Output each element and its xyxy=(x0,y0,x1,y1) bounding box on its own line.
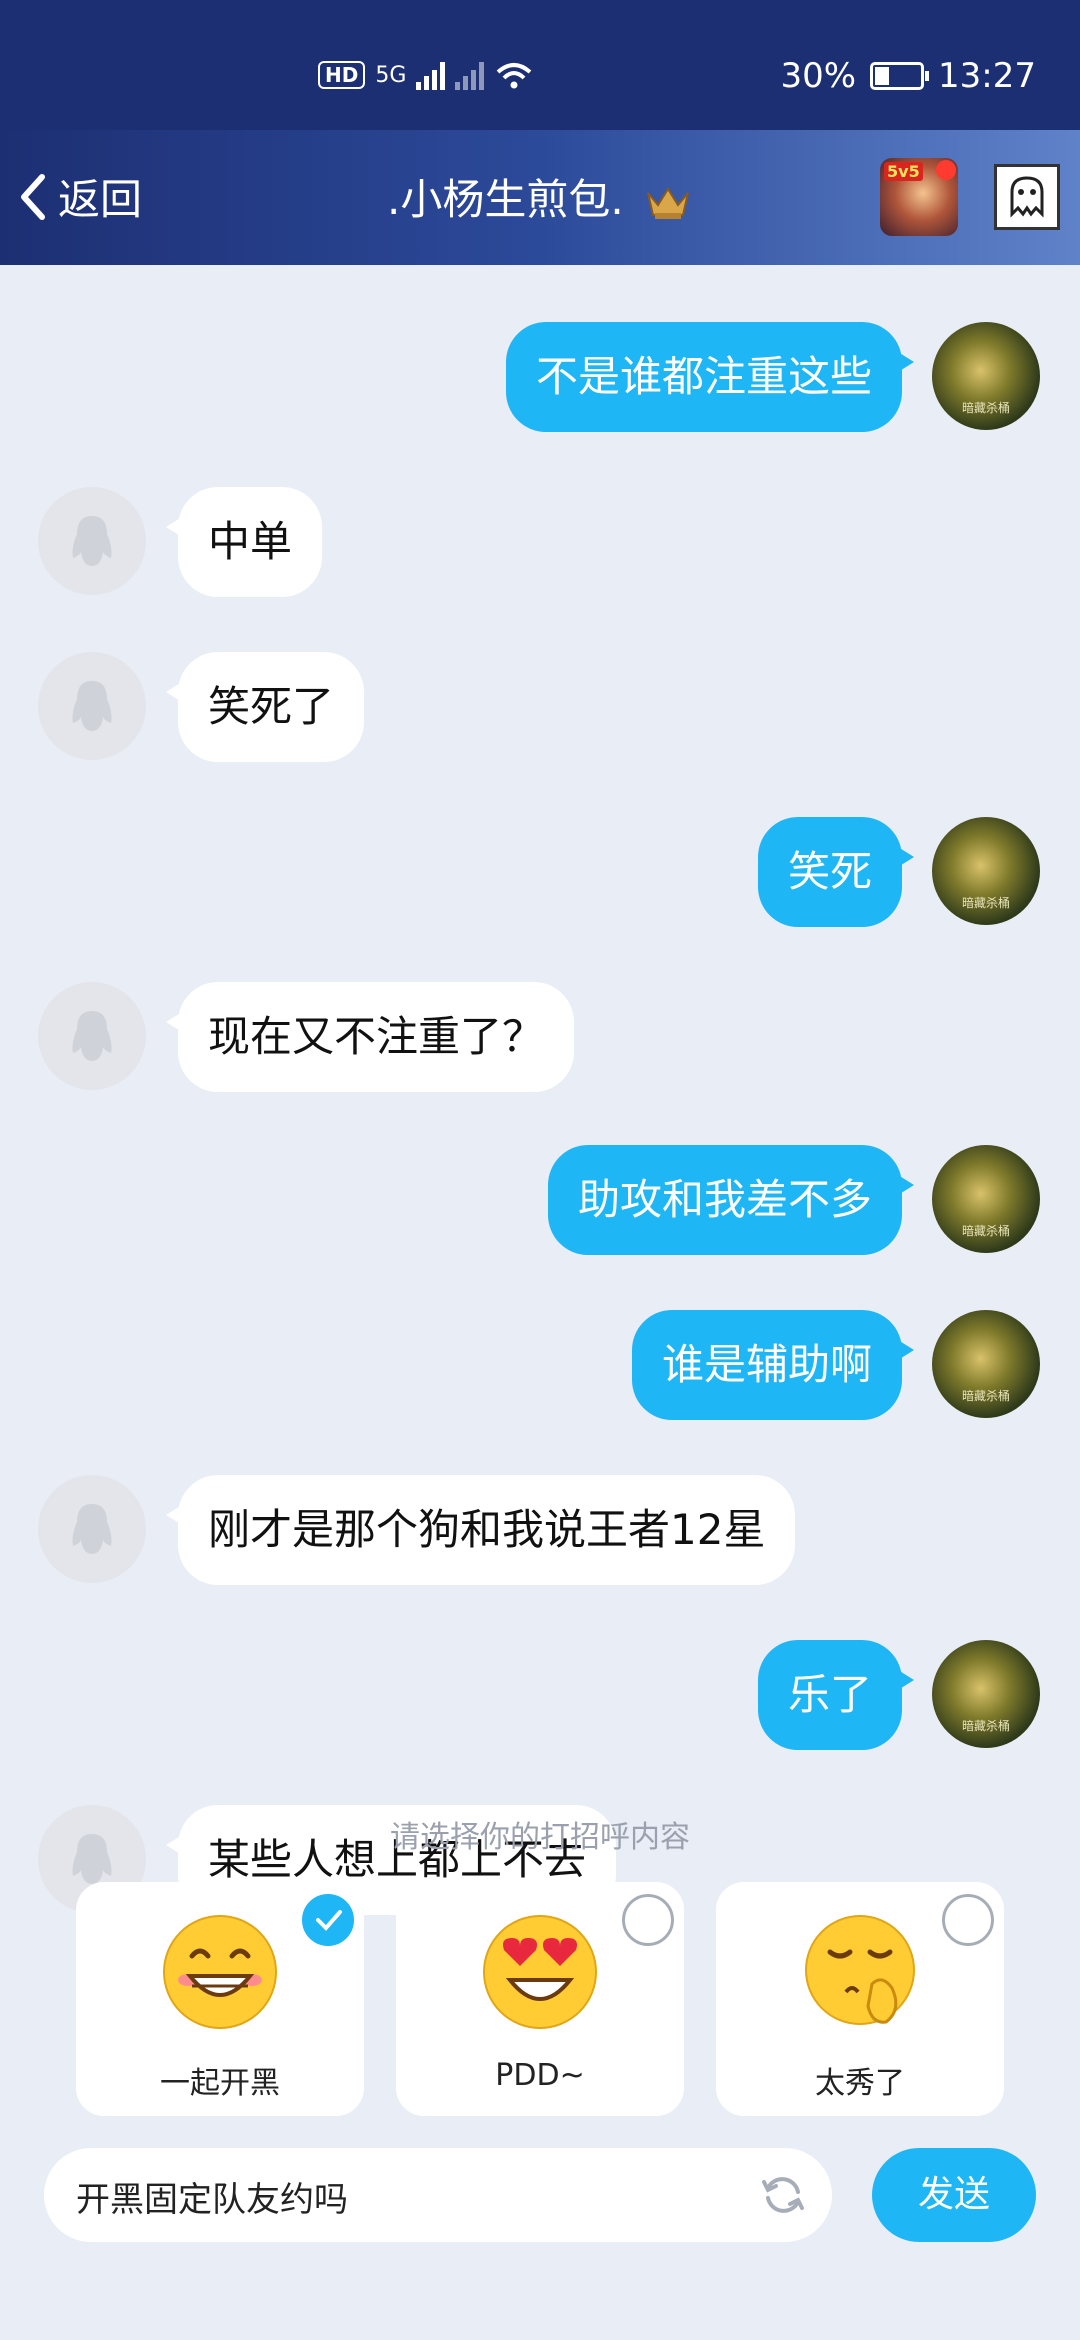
message-input-text: 开黑固定队友约吗 xyxy=(76,2180,348,2220)
notification-dot xyxy=(936,160,956,180)
message-bubble-sent[interactable]: 笑死 xyxy=(757,817,915,927)
message-row: 助攻和我差不多 暗藏杀桶 xyxy=(0,1145,1080,1255)
greeting-option-label: 一起开黑 xyxy=(160,2066,280,2101)
option-checkbox[interactable] xyxy=(942,1894,994,1946)
contact-avatar[interactable] xyxy=(38,982,146,1090)
battery-percent: 30% xyxy=(780,56,857,96)
penguin-icon xyxy=(72,516,112,566)
ghost-icon[interactable] xyxy=(994,164,1060,230)
greeting-option-card[interactable]: 太秀了 xyxy=(716,1882,1004,2116)
option-checkbox-checked[interactable] xyxy=(302,1894,354,1946)
my-avatar[interactable]: 暗藏杀桶 xyxy=(932,817,1040,925)
contact-avatar[interactable] xyxy=(38,1475,146,1583)
message-bubble-received[interactable]: 笑死了 xyxy=(165,652,365,762)
message-bubble-sent[interactable]: 助攻和我差不多 xyxy=(547,1145,915,1255)
message-row: 笑死 暗藏杀桶 xyxy=(0,817,1080,927)
greeting-options: 一起开黑 PDD~ 太秀了 xyxy=(76,1882,1004,2116)
greeting-option-card[interactable]: 一起开黑 xyxy=(76,1882,364,2116)
message-row: 中单 xyxy=(0,487,1080,597)
game-app-icon[interactable]: 5v5 xyxy=(880,158,958,236)
message-bubble-sent[interactable]: 不是谁都注重这些 xyxy=(505,322,915,432)
message-row: 不是谁都注重这些 暗藏杀桶 xyxy=(0,322,1080,432)
battery-fill xyxy=(875,67,890,85)
message-row: 笑死了 xyxy=(0,652,1080,762)
heart-eyes-emoji-icon xyxy=(483,1915,597,2029)
game-badge: 5v5 xyxy=(884,162,923,181)
battery-icon xyxy=(870,62,930,90)
crown-badge-icon xyxy=(647,186,690,219)
greeting-option-label: 太秀了 xyxy=(815,2066,905,2101)
message-bubble-received[interactable]: 现在又不注重了？ xyxy=(165,982,575,1092)
penguin-icon xyxy=(72,681,112,731)
contact-avatar[interactable] xyxy=(38,487,146,595)
contact-avatar[interactable] xyxy=(38,652,146,760)
message-bubble-received[interactable]: 刚才是那个狗和我说王者12星 xyxy=(165,1475,796,1585)
greeting-option-card[interactable]: PDD~ xyxy=(396,1882,684,2116)
my-avatar[interactable]: 暗藏杀桶 xyxy=(932,322,1040,430)
check-icon xyxy=(316,1910,342,1931)
network-type: 5G xyxy=(375,62,407,88)
cell-signal-2-icon xyxy=(455,60,485,90)
message-row: 谁是辅助啊 暗藏杀桶 xyxy=(0,1310,1080,1420)
penguin-icon xyxy=(72,1011,112,1061)
chat-header: 返回 .小杨生煎包. 5v5 xyxy=(0,130,1080,265)
greeting-option-label: PDD~ xyxy=(495,2058,585,2093)
message-row: 现在又不注重了？ xyxy=(0,982,1080,1092)
message-input[interactable]: 开黑固定队友约吗 xyxy=(44,2148,832,2242)
grin-emoji-icon xyxy=(163,1915,277,2029)
cell-signal-icon xyxy=(416,60,446,90)
applause-emoji-icon xyxy=(805,1915,915,2025)
message-row: 乐了 暗藏杀桶 xyxy=(0,1640,1080,1750)
message-bubble-received[interactable]: 中单 xyxy=(165,487,323,597)
status-right: 30% 13:27 xyxy=(780,56,1036,96)
greeting-hint: 请选择你的打招呼内容 xyxy=(390,1820,690,1855)
wifi-icon xyxy=(497,63,532,89)
status-bar: HD 5G 30% 13:27 xyxy=(0,0,1080,130)
message-bubble-sent[interactable]: 谁是辅助啊 xyxy=(631,1310,915,1420)
my-avatar[interactable]: 暗藏杀桶 xyxy=(932,1310,1040,1418)
option-checkbox[interactable] xyxy=(622,1894,674,1946)
penguin-icon xyxy=(72,1504,112,1554)
my-avatar[interactable]: 暗藏杀桶 xyxy=(932,1640,1040,1748)
contact-name: .小杨生煎包. xyxy=(386,175,624,224)
clock: 13:27 xyxy=(938,56,1036,96)
signal-indicators: HD 5G xyxy=(318,60,534,90)
refresh-icon[interactable] xyxy=(758,2170,808,2220)
message-bubble-sent[interactable]: 乐了 xyxy=(757,1640,915,1750)
my-avatar[interactable]: 暗藏杀桶 xyxy=(932,1145,1040,1253)
message-row: 刚才是那个狗和我说王者12星 xyxy=(0,1475,1080,1585)
hd-voice-icon: HD xyxy=(318,61,366,89)
send-button[interactable]: 发送 xyxy=(872,2148,1036,2242)
